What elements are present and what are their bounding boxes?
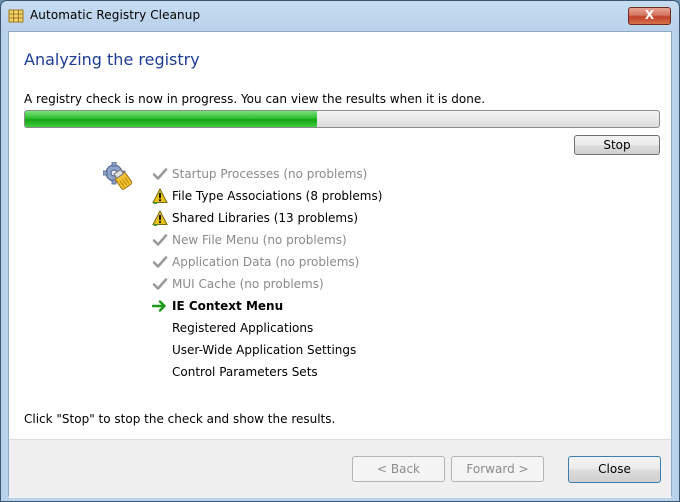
task-list: Startup Processes (no problems) File Type… — [152, 163, 382, 383]
title-bar[interactable]: Automatic Registry Cleanup X — [1, 1, 679, 31]
task-label: Registered Applications — [172, 321, 314, 335]
task-label: MUI Cache (no problems) — [172, 277, 324, 291]
task-item: New File Menu (no problems) — [152, 229, 382, 251]
task-label: Shared Libraries (13 problems) — [172, 211, 359, 225]
check-icon — [152, 278, 168, 290]
task-item: User-Wide Application Settings — [152, 339, 382, 361]
arrow-right-icon — [152, 300, 166, 312]
close-icon: X — [644, 8, 655, 22]
warning-icon — [152, 188, 168, 204]
dialog-content: Analyzing the registry A registry check … — [8, 31, 672, 498]
task-item: Application Data (no problems) — [152, 251, 382, 273]
forward-button[interactable]: Forward > — [451, 456, 544, 482]
registry-scan-gear-icon — [103, 162, 133, 190]
stop-button[interactable]: Stop — [574, 135, 660, 155]
task-item: Startup Processes (no problems) — [152, 163, 382, 185]
check-icon — [152, 168, 168, 180]
task-label: User-Wide Application Settings — [172, 343, 357, 357]
progress-bar-fill — [25, 111, 317, 127]
close-button[interactable]: Close — [568, 456, 661, 483]
task-label: IE Context Menu — [172, 299, 284, 313]
task-label: File Type Associations (8 problems) — [172, 189, 383, 203]
task-label: Application Data (no problems) — [172, 255, 360, 269]
progress-bar — [24, 110, 660, 128]
page-heading: Analyzing the registry — [24, 50, 200, 69]
task-item: File Type Associations (8 problems) — [152, 185, 382, 207]
footer-note: Click "Stop" to stop the check and show … — [24, 412, 336, 426]
task-item: Control Parameters Sets — [152, 361, 382, 383]
check-icon — [152, 234, 168, 246]
dialog-window: Automatic Registry Cleanup X Analyzing t… — [0, 0, 680, 502]
warning-icon — [152, 210, 168, 226]
registry-app-icon — [8, 9, 24, 23]
task-item: MUI Cache (no problems) — [152, 273, 382, 295]
window-title: Automatic Registry Cleanup — [30, 8, 201, 22]
intro-text: A registry check is now in progress. You… — [24, 92, 486, 106]
task-item: Shared Libraries (13 problems) — [152, 207, 382, 229]
task-label: Startup Processes (no problems) — [172, 167, 368, 181]
task-item: IE Context Menu — [152, 295, 382, 317]
back-button[interactable]: < Back — [352, 456, 445, 482]
task-label: New File Menu (no problems) — [172, 233, 347, 247]
task-item: Registered Applications — [152, 317, 382, 339]
window-close-button[interactable]: X — [628, 7, 671, 25]
task-label: Control Parameters Sets — [172, 365, 318, 379]
check-icon — [152, 256, 168, 268]
